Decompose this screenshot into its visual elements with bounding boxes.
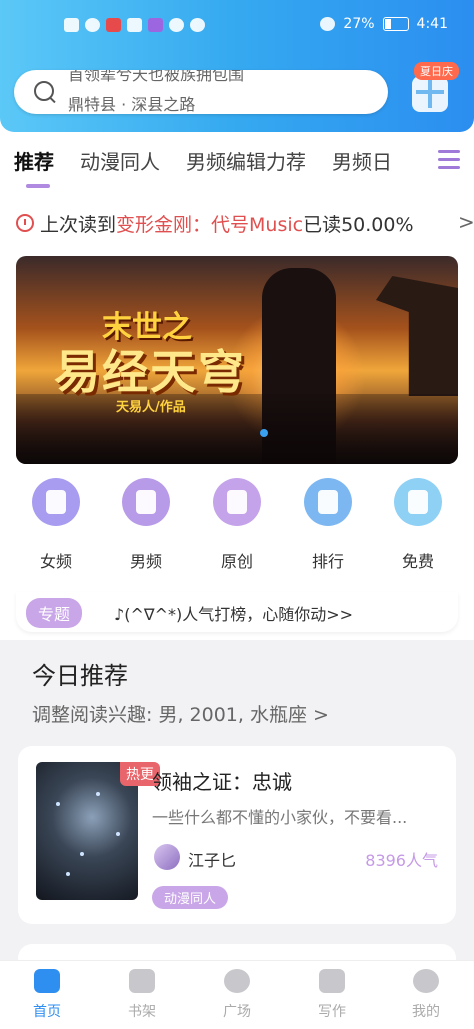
book-title: 领袖之证：忠诚 [152, 770, 292, 794]
banner-pagoda [376, 276, 458, 396]
battery-percent: 27% [343, 16, 375, 32]
banner-city [16, 394, 458, 464]
app-notification-icon [148, 18, 163, 32]
reading-interest-link[interactable]: 调整阅读兴趣: 男, 2001, 水瓶座 > [32, 700, 329, 727]
tab-menu-icon[interactable] [438, 150, 460, 170]
search-hint: 鼎特县 · 深县之路 [68, 95, 196, 114]
search-rolling-hints: 首领辈兮天也被族拥包围 鼎特县 · 深县之路 [68, 70, 244, 114]
bottom-nav: 首页 书架 广场 写作 我的 [0, 960, 474, 1029]
yuan-coin-icon [394, 478, 442, 526]
banner-author: 天易人/作品 [116, 400, 186, 415]
topic-bar[interactable]: 专题 ♪(^∇^*)人气打榜，心随你动>> [16, 592, 458, 632]
nav-label: 首页 [33, 1004, 61, 1020]
chat-icon [413, 969, 439, 993]
home-icon [34, 969, 60, 993]
app-notification-icon [127, 18, 142, 32]
category-female[interactable]: 女频 [16, 478, 96, 572]
bookshelf-icon [129, 969, 155, 993]
category-label: 女频 [39, 552, 72, 571]
nav-profile[interactable]: 我的 [386, 969, 466, 1021]
book-description: 一些什么都不懂的小家伙，不要看... [152, 808, 408, 827]
category-tabs: 推荐 动漫同人 男频编辑力荐 男频日 [14, 146, 444, 180]
chevron-right-icon: > [458, 210, 474, 234]
tab-recommend[interactable]: 推荐 [14, 146, 54, 180]
trophy-icon [304, 478, 352, 526]
book-icon [213, 478, 261, 526]
alarm-icon [320, 17, 336, 31]
nav-label: 书架 [128, 1004, 156, 1020]
nav-label: 广场 [223, 1004, 251, 1020]
message-icon [169, 18, 184, 32]
search-icon [34, 81, 54, 101]
category-ranking[interactable]: 排行 [288, 478, 368, 572]
tab-male-more[interactable]: 男频日 [332, 146, 392, 180]
book-tag[interactable]: 动漫同人 [152, 886, 229, 909]
promo-banner[interactable]: 末世之 易经天穹 天易人/作品 [16, 256, 458, 464]
nav-label: 我的 [412, 1004, 440, 1020]
nav-square[interactable]: 广场 [197, 969, 277, 1021]
nav-write[interactable]: 写作 [292, 969, 372, 1021]
nav-home[interactable]: 首页 [7, 969, 87, 1021]
category-original[interactable]: 原创 [197, 478, 277, 572]
category-label: 男频 [129, 552, 162, 571]
search-hint: 首领辈兮天也被族拥包围 [68, 70, 245, 84]
status-icons-right: 27% 4:41 [320, 16, 448, 32]
signal-icon [64, 18, 79, 32]
section-title: 今日推荐 [32, 662, 128, 690]
last-read-bar[interactable]: 上次读到变形金刚：代号Music已读50.00% > [16, 210, 474, 240]
dress-icon [32, 478, 80, 526]
category-label: 原创 [220, 552, 253, 571]
active-tab-indicator [26, 184, 50, 188]
category-free[interactable]: 免费 [378, 478, 458, 572]
last-read-prefix: 上次读到 [40, 214, 117, 236]
wifi-icon [85, 18, 100, 32]
last-read-text: 上次读到变形金刚：代号Music已读50.00% [40, 210, 414, 237]
pen-icon [319, 969, 345, 993]
category-male[interactable]: 男频 [106, 478, 186, 572]
banner-title: 易经天穹 [54, 345, 246, 399]
app-notification-icon [106, 18, 121, 32]
popularity-count: 8396人气 [365, 851, 438, 870]
category-shortcuts: 女频 男频 原创 排行 免费 [0, 478, 474, 578]
topic-text: ♪(^∇^*)人气打榜，心随你动>> [114, 605, 354, 624]
nav-bookshelf[interactable]: 书架 [102, 969, 182, 1021]
status-bar: 27% 4:41 [0, 0, 474, 56]
gift-badge: 夏日庆 [414, 62, 459, 80]
search-input[interactable]: 首领辈兮天也被族拥包围 鼎特县 · 深县之路 [14, 70, 388, 114]
battery-icon [382, 17, 409, 31]
shirt-icon [122, 478, 170, 526]
author-name: 江子匕 [188, 851, 237, 870]
tab-male-editor-picks[interactable]: 男频编辑力荐 [186, 146, 306, 180]
book-card[interactable]: 热更 领袖之证：忠诚 一些什么都不懂的小家伙，不要看... 江子匕 8396人气… [18, 746, 456, 924]
app-notification-icon [190, 18, 205, 32]
nav-label: 写作 [318, 1004, 346, 1020]
last-read-progress: 已读50.00% [303, 214, 414, 236]
category-label: 免费 [401, 552, 434, 571]
topic-badge: 专题 [26, 598, 83, 628]
gift-icon[interactable] [412, 76, 448, 112]
category-label: 排行 [311, 552, 344, 571]
clock-time: 4:41 [416, 16, 448, 32]
tab-anime-fanfic[interactable]: 动漫同人 [80, 146, 160, 180]
status-icons-left [64, 18, 205, 32]
clock-icon [16, 214, 34, 232]
planet-icon [224, 969, 250, 993]
carousel-indicator [260, 429, 268, 437]
last-read-book: 变形金刚：代号Music [116, 214, 304, 236]
avatar [154, 844, 180, 870]
